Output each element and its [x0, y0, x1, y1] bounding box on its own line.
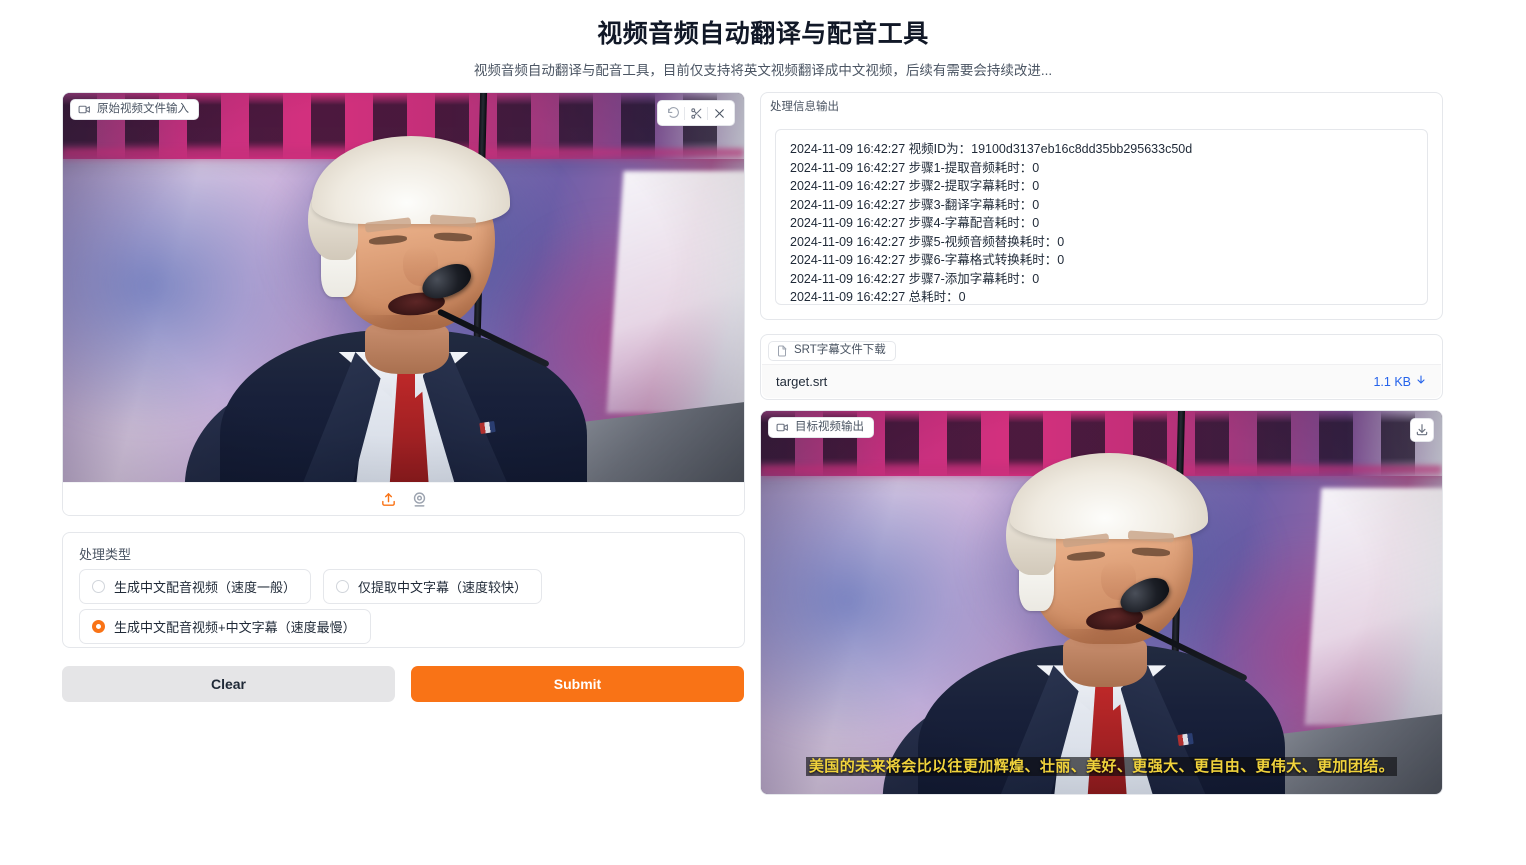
radio-option-label: 生成中文配音视频（速度一般）	[114, 580, 297, 595]
log-output-label-text: 处理信息输出	[770, 101, 839, 113]
log-output-label: 处理信息输出	[768, 99, 841, 117]
upload-icon[interactable]	[380, 491, 397, 508]
page-subtitle: 视频音频自动翻译与配音工具，目前仅支持将英文视频翻译成中文视频，后续有需要会持续…	[473, 63, 1053, 78]
video-camera-icon	[78, 103, 91, 116]
clear-button[interactable]: Clear	[62, 666, 395, 702]
srt-file-download-link[interactable]: 1.1 KB	[1373, 374, 1427, 389]
radio-option-dubbed-video[interactable]: 生成中文配音视频（速度一般）	[79, 569, 312, 604]
log-line: 2024-11-09 16:42:27 步骤3-翻译字幕耗时：0	[790, 197, 1040, 212]
video-input-preview[interactable]	[63, 93, 744, 483]
video-input-label: 原始视频文件输入	[70, 99, 199, 120]
log-line: 2024-11-09 16:42:27 步骤2-提取字幕耗时：0	[790, 179, 1040, 193]
radio-indicator	[92, 580, 105, 593]
radio-option-subtitles-only[interactable]: 仅提取中文字幕（速度较快）	[323, 569, 543, 604]
log-line: 2024-11-09 16:42:27 总耗时：0	[790, 290, 966, 304]
srt-download-label-text: SRT字幕文件下载	[794, 344, 886, 357]
download-arrow-icon	[1415, 374, 1427, 389]
srt-file-row[interactable]: target.srt 1.1 KB	[762, 364, 1441, 398]
video-input-toolbar	[657, 100, 735, 126]
scissors-icon[interactable]	[685, 104, 707, 122]
process-type-row-2: 生成中文配音视频+中文字幕（速度最慢）	[79, 609, 371, 644]
radio-option-label: 仅提取中文字幕（速度较快）	[358, 580, 528, 595]
submit-button[interactable]: Submit	[411, 666, 744, 702]
log-line: 2024-11-09 16:42:27 步骤7-添加字幕耗时：0	[790, 271, 1040, 286]
close-icon[interactable]	[708, 104, 730, 122]
radio-option-label: 生成中文配音视频+中文字幕（速度最慢）	[114, 620, 356, 635]
process-type-row-1: 生成中文配音视频（速度一般） 仅提取中文字幕（速度较快）	[79, 569, 543, 604]
video-output-label: 目标视频输出	[768, 417, 874, 438]
radio-option-dubbed-video-with-subtitles[interactable]: 生成中文配音视频+中文字幕（速度最慢）	[79, 609, 371, 644]
log-line: 2024-11-09 16:42:27 步骤1-提取音频耗时：0	[790, 160, 1040, 175]
log-line: 2024-11-09 16:42:27 视频ID为：19100d3137eb16…	[790, 142, 1193, 156]
video-frame-artwork	[63, 93, 744, 483]
log-line: 2024-11-09 16:42:27 步骤5-视频音频替换耗时：0	[790, 234, 1065, 249]
process-type-label: 处理类型	[79, 547, 132, 562]
radio-indicator	[336, 580, 350, 593]
srt-file-name: target.srt	[776, 374, 828, 389]
srt-download-label: SRT字幕文件下载	[768, 341, 896, 361]
process-type-panel: 处理类型 生成中文配音视频（速度一般） 仅提取中文字幕（速度较快） 生成中文配音…	[62, 532, 745, 648]
radio-indicator-selected	[92, 620, 105, 633]
video-output-preview[interactable]: 美国的未来将会比以往更加辉煌、壮丽、美好、更强大、更自由、更伟大、更加团结。	[761, 411, 1442, 794]
log-output-panel: 处理信息输出 2024-11-09 16:42:27 视频ID为：19100d3…	[760, 92, 1443, 320]
page-title: 视频音频自动翻译与配音工具	[597, 20, 929, 48]
app-page: 视频音频自动翻译与配音工具 视频音频自动翻译与配音工具，目前仅支持将英文视频翻译…	[0, 0, 1526, 865]
video-input-label-text: 原始视频文件输入	[97, 102, 189, 115]
log-output-textbox[interactable]: 2024-11-09 16:42:27 视频ID为：19100d3137eb16…	[775, 129, 1428, 305]
video-camera-icon	[776, 421, 789, 434]
log-line: 2024-11-09 16:42:27 步骤6-字幕格式转换耗时：0	[790, 253, 1065, 267]
video-frame-artwork: 美国的未来将会比以往更加辉煌、壮丽、美好、更强大、更自由、更伟大、更加团结。	[761, 411, 1442, 794]
video-input-panel: 原始视频文件输入	[62, 92, 745, 516]
file-icon	[776, 345, 788, 357]
video-output-panel: 目标视频输出 美国的未来将会比以往更加辉煌、壮丽、美好、更强大、更自由、更伟大、…	[760, 410, 1443, 795]
undo-icon[interactable]	[662, 104, 684, 122]
video-output-label-text: 目标视频输出	[795, 420, 864, 433]
log-line: 2024-11-09 16:42:27 步骤4-字幕配音耗时：0	[790, 216, 1040, 230]
download-icon[interactable]	[1410, 418, 1434, 442]
webcam-icon[interactable]	[411, 491, 428, 508]
srt-file-size: 1.1 KB	[1373, 374, 1411, 389]
srt-download-panel: SRT字幕文件下载 target.srt 1.1 KB	[760, 334, 1443, 400]
video-input-footer	[63, 482, 744, 515]
